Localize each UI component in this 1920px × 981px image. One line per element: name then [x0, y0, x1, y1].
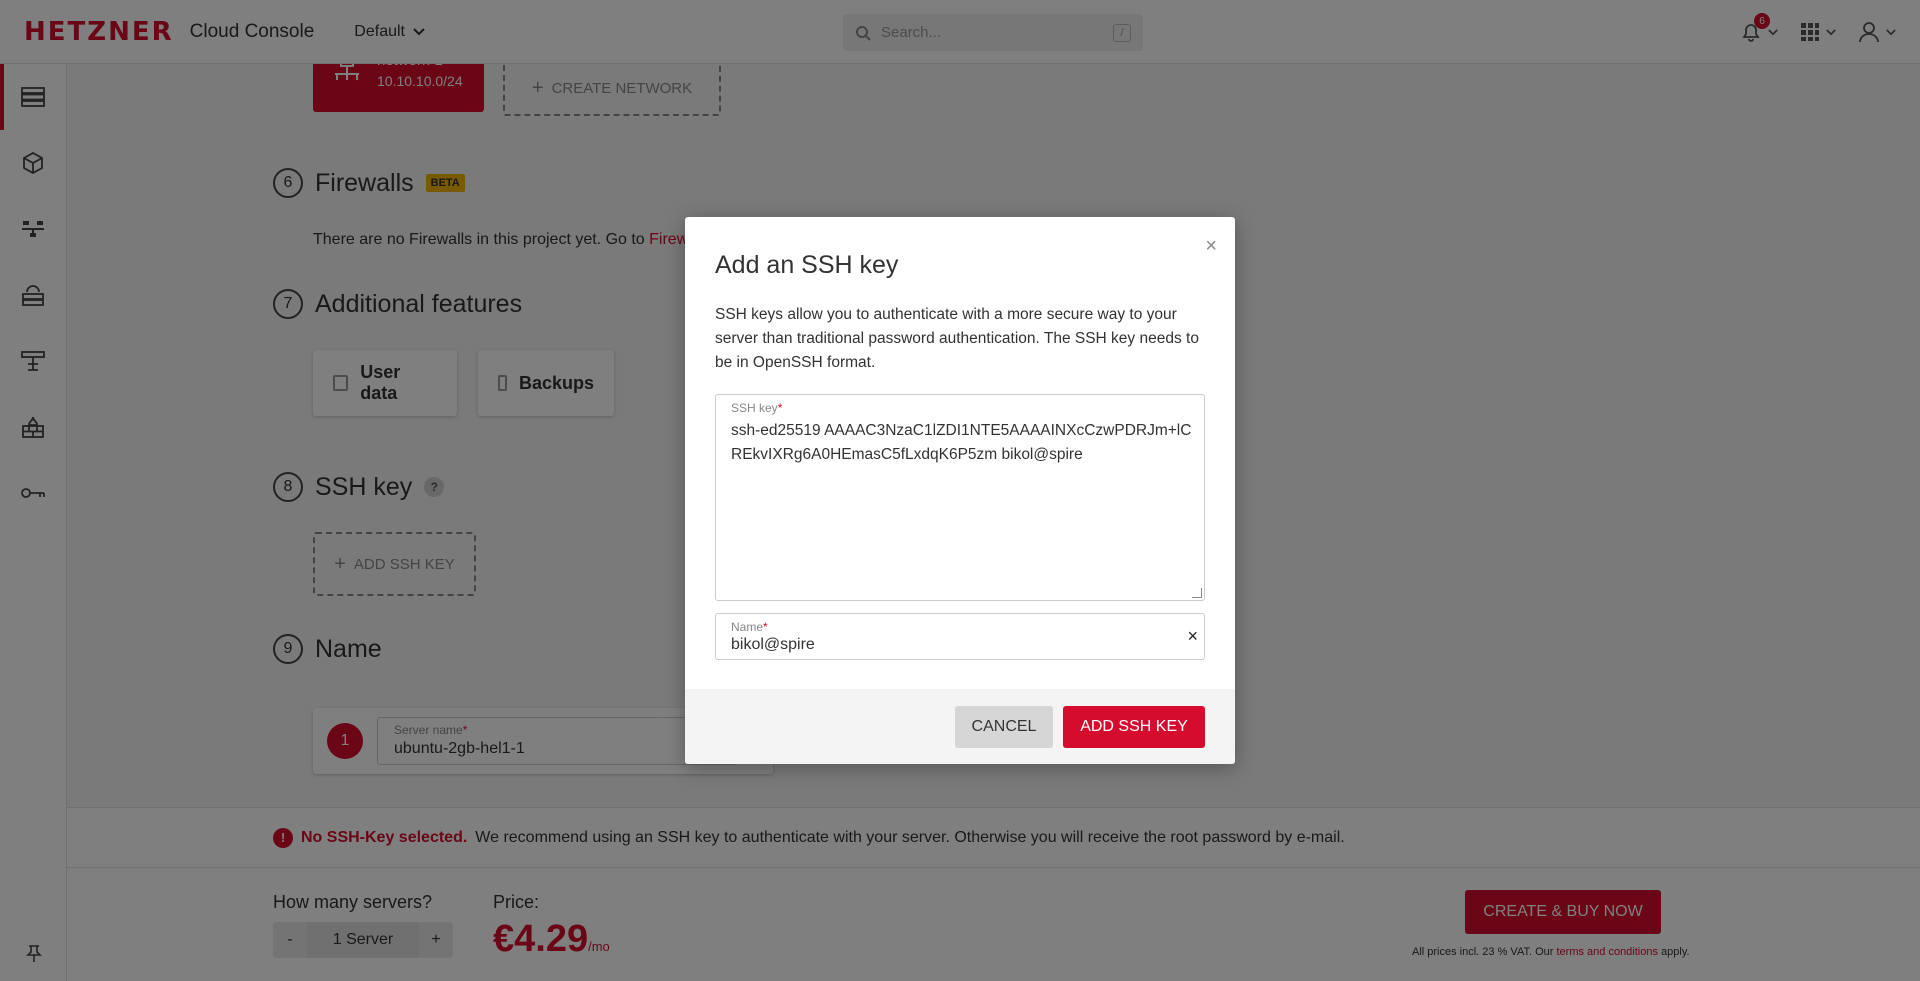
- add-ssh-key-dialog: Add an SSH key × SSH keys allow you to a…: [685, 217, 1235, 764]
- dialog-description: SSH keys allow you to authenticate with …: [715, 306, 1199, 371]
- ssh-key-value: ssh-ed25519 AAAAC3NzaC1lZDI1NTE5AAAAINXc…: [731, 422, 1192, 463]
- name-value: bikol@spire: [731, 636, 815, 653]
- dialog-footer: CANCEL ADD SSH KEY: [685, 689, 1235, 764]
- resize-handle[interactable]: [1192, 588, 1202, 598]
- close-icon[interactable]: ×: [1205, 235, 1217, 258]
- cancel-button[interactable]: CANCEL: [955, 706, 1053, 748]
- clear-icon[interactable]: ×: [1187, 626, 1198, 647]
- ssh-key-name-field[interactable]: Name* bikol@spire ×: [715, 613, 1205, 660]
- ssh-key-label: SSH key*: [731, 401, 783, 415]
- add-ssh-key-submit-button[interactable]: ADD SSH KEY: [1063, 706, 1205, 748]
- dialog-title: Add an SSH key: [715, 251, 899, 279]
- ssh-key-textarea[interactable]: SSH key* ssh-ed25519 AAAAC3NzaC1lZDI1NTE…: [715, 394, 1205, 601]
- name-label: Name*: [731, 620, 768, 634]
